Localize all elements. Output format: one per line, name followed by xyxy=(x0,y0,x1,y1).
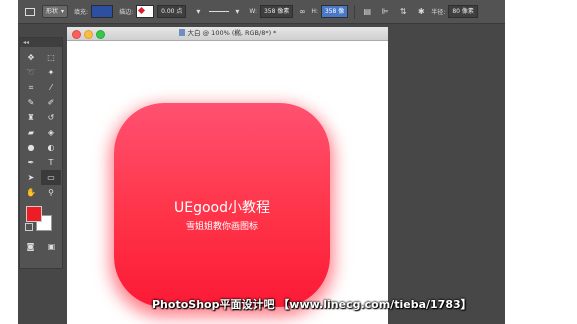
marquee-tool-icon[interactable]: ⬚ xyxy=(41,50,61,65)
photoshop-window: 形状 ▾ 填充: 描边: 0.00 点 ▾ ▾ W: 358 像素 ∞ H: 3… xyxy=(18,0,505,324)
eyedropper-tool-icon[interactable]: ⁄ xyxy=(41,80,61,95)
link-icon[interactable]: ∞ xyxy=(296,6,308,18)
document-titlebar: 大白 @ 100% (椭, RGB/8*) * xyxy=(67,27,388,41)
document-icon xyxy=(178,29,185,36)
toolbox-collapse-button[interactable]: ◂◂ xyxy=(20,38,62,47)
mode-select-label: 形状 xyxy=(46,8,59,15)
type-tool-icon[interactable]: T xyxy=(41,155,61,170)
blur-tool-icon[interactable]: ● xyxy=(21,140,41,155)
zoom-tool-icon[interactable]: ⚲ xyxy=(41,185,61,200)
gear-icon[interactable]: ✱ xyxy=(415,6,427,18)
color-swatches xyxy=(20,204,62,240)
chevron-down-icon: ▾ xyxy=(61,8,65,15)
divider xyxy=(354,4,356,19)
screen-mode-icon[interactable]: ▣ xyxy=(48,242,56,251)
minimize-window-button[interactable] xyxy=(84,30,93,39)
height-field[interactable]: 358 像 xyxy=(320,5,349,18)
stroke-type-select[interactable] xyxy=(208,6,230,17)
path-operations-icon[interactable]: ▤ xyxy=(361,6,373,18)
foreground-color-swatch[interactable] xyxy=(26,206,42,222)
default-colors-icon[interactable] xyxy=(25,223,33,231)
document-title: 大白 @ 100% (椭, RGB/8*) * xyxy=(187,29,277,37)
fill-label: 填充: xyxy=(74,9,89,16)
rounded-rectangle-tool-icon[interactable]: ▭ xyxy=(41,170,61,185)
stroke-width-field[interactable]: 0.00 点 xyxy=(157,5,187,18)
zoom-window-button[interactable] xyxy=(96,30,105,39)
lasso-tool-icon[interactable]: ➰ xyxy=(21,65,41,80)
chevron-down-icon[interactable]: ▾ xyxy=(192,6,204,18)
width-field[interactable]: 358 像素 xyxy=(259,5,294,18)
clone-stamp-tool-icon[interactable]: ♜ xyxy=(21,110,41,125)
hand-tool-icon[interactable]: ✋ xyxy=(21,185,41,200)
stroke-swatch[interactable] xyxy=(136,5,155,18)
fill-swatch[interactable] xyxy=(91,5,114,18)
path-selection-tool-icon[interactable]: ➤ xyxy=(21,170,41,185)
brush-tool-icon[interactable]: ✐ xyxy=(41,95,61,110)
radius-label: 半径: xyxy=(431,9,446,16)
move-tool-icon[interactable]: ✥ xyxy=(21,50,41,65)
eraser-tool-icon[interactable]: ▰ xyxy=(21,125,41,140)
options-bar: 形状 ▾ 填充: 描边: 0.00 点 ▾ ▾ W: 358 像素 ∞ H: 3… xyxy=(18,0,505,24)
width-label: W: xyxy=(249,8,257,15)
mode-select[interactable]: 形状 ▾ xyxy=(42,5,69,18)
path-alignment-icon[interactable]: ⊫ xyxy=(379,6,391,18)
path-arrangement-icon[interactable]: ⇅ xyxy=(397,6,409,18)
icon-title-text: UEgood小教程 xyxy=(174,200,270,216)
document-window: 大白 @ 100% (椭, RGB/8*) * UEgood小教程 雪姐姐教你画… xyxy=(67,27,388,324)
quick-mask-icon[interactable]: ◙ xyxy=(27,242,35,251)
pen-tool-icon[interactable]: ✒ xyxy=(21,155,41,170)
document-canvas[interactable]: UEgood小教程 雪姐姐教你画图标 xyxy=(67,41,388,324)
rounded-app-icon-shape: UEgood小教程 雪姐姐教你画图标 xyxy=(114,103,330,307)
tool-preset-picker[interactable] xyxy=(22,5,38,19)
magic-wand-tool-icon[interactable]: ✦ xyxy=(41,65,61,80)
watermark-text: PhotoShop平面设计吧 【www.linecg.com/tieba/178… xyxy=(152,298,472,311)
icon-subtitle-text: 雪姐姐教你画图标 xyxy=(185,222,258,232)
chevron-down-icon[interactable]: ▾ xyxy=(231,6,243,18)
dodge-tool-icon[interactable]: ◐ xyxy=(41,140,61,155)
toolbox: ◂◂ ✥ ⬚ ➰ ✦ ⌗ ⁄ ✎ ✐ ♜ ↺ ▰ ◈ ● ◐ ✒ T ➤ ▭ ✋… xyxy=(19,37,63,269)
close-window-button[interactable] xyxy=(72,30,81,39)
height-label: H: xyxy=(311,8,318,15)
history-brush-tool-icon[interactable]: ↺ xyxy=(41,110,61,125)
radius-field[interactable]: 80 像素 xyxy=(448,5,478,18)
stroke-label: 描边: xyxy=(119,9,134,16)
paint-bucket-tool-icon[interactable]: ◈ xyxy=(41,125,61,140)
healing-brush-tool-icon[interactable]: ✎ xyxy=(21,95,41,110)
crop-tool-icon[interactable]: ⌗ xyxy=(21,80,41,95)
